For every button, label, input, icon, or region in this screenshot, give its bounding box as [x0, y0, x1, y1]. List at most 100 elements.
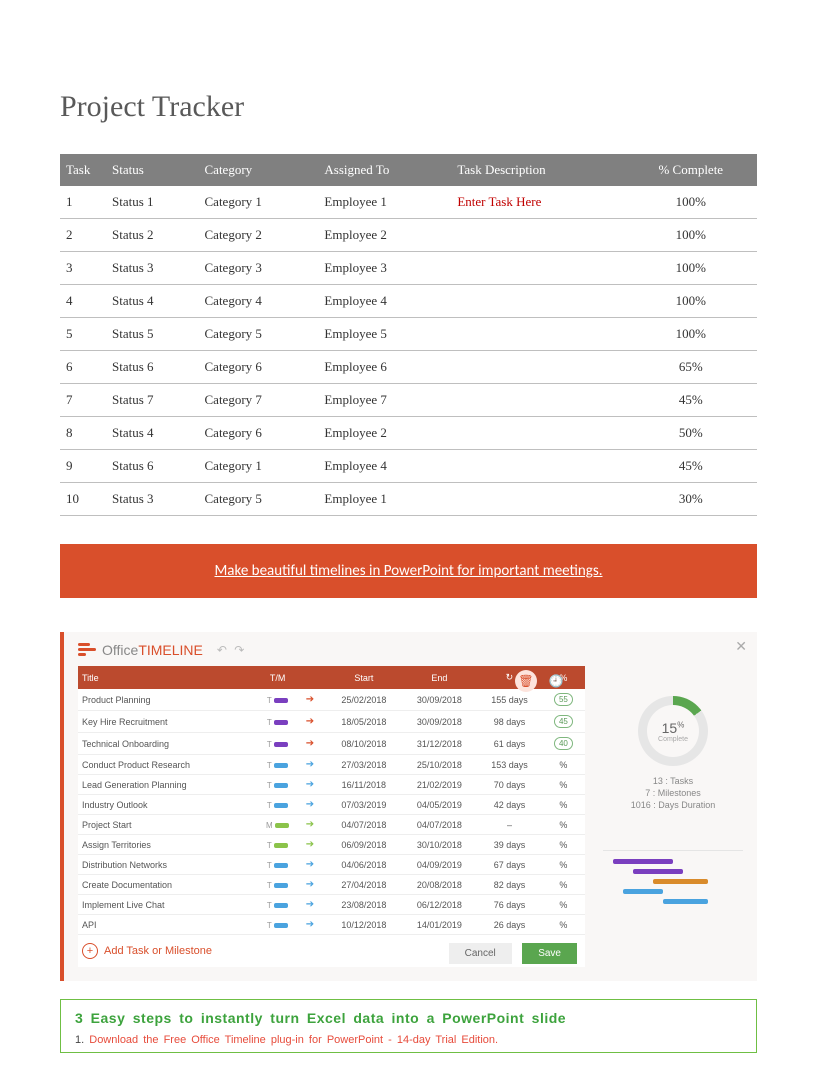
- ot-cell-pct: 55: [542, 689, 585, 711]
- ot-row[interactable]: Technical OnboardingT ➔08/10/201831/12/2…: [78, 733, 585, 755]
- arrow-icon: ➔: [294, 795, 326, 815]
- arrow-icon: ➔: [294, 815, 326, 835]
- ot-cell-pct: %: [542, 755, 585, 775]
- cell-task: 7: [60, 384, 106, 417]
- promo-banner[interactable]: Make beautiful timelines in PowerPoint f…: [60, 544, 757, 598]
- ot-cell-title: Product Planning: [78, 689, 261, 711]
- ot-row[interactable]: Distribution NetworksT ➔04/06/201804/09/…: [78, 855, 585, 875]
- cell-description[interactable]: [451, 450, 624, 483]
- ot-cell-tm: T: [261, 755, 293, 775]
- save-button[interactable]: Save: [522, 943, 577, 964]
- arrow-icon: ➔: [294, 835, 326, 855]
- cell-description[interactable]: Enter Task Here: [451, 186, 624, 219]
- cell-description[interactable]: [451, 483, 624, 516]
- cell-assigned: Employee 4: [318, 285, 451, 318]
- ot-cell-dur: 39 days: [477, 835, 542, 855]
- ot-cell-dur: 67 days: [477, 855, 542, 875]
- ot-cell-title: Industry Outlook: [78, 795, 261, 815]
- cell-description[interactable]: [451, 252, 624, 285]
- ot-cell-tm: T: [261, 795, 293, 815]
- steps-line-1[interactable]: 1. Download the Free Office Timeline plu…: [75, 1034, 742, 1046]
- ot-row[interactable]: Implement Live ChatT ➔23/08/201806/12/20…: [78, 895, 585, 915]
- ot-cell-dur: 82 days: [477, 875, 542, 895]
- th-status: Status: [106, 154, 199, 186]
- close-icon[interactable]: ✕: [735, 638, 747, 655]
- ot-cell-start: 04/06/2018: [326, 855, 402, 875]
- cell-description[interactable]: [451, 219, 624, 252]
- ot-cell-title: Key Hire Recruitment: [78, 711, 261, 733]
- ot-cell-end: 04/07/2018: [402, 815, 478, 835]
- ot-cell-pct: %: [542, 775, 585, 795]
- cell-status: Status 4: [106, 285, 199, 318]
- clock-icon[interactable]: 🕘: [545, 670, 567, 692]
- arrow-icon: ➔: [294, 733, 326, 755]
- cell-status: Status 2: [106, 219, 199, 252]
- cell-complete: 45%: [625, 450, 757, 483]
- ot-cell-start: 25/02/2018: [326, 689, 402, 711]
- ot-th-end: End: [402, 666, 478, 689]
- cell-task: 3: [60, 252, 106, 285]
- cancel-button[interactable]: Cancel: [449, 943, 512, 964]
- cell-complete: 45%: [625, 384, 757, 417]
- ot-row[interactable]: Project StartM ➔04/07/201804/07/2018–%: [78, 815, 585, 835]
- ot-cell-title: API: [78, 915, 261, 935]
- cell-description[interactable]: [451, 417, 624, 450]
- ot-cell-title: Technical Onboarding: [78, 733, 261, 755]
- ot-th-start: Start: [326, 666, 402, 689]
- app-logo-icon: [78, 643, 96, 657]
- table-row: 3Status 3Category 3Employee 3100%: [60, 252, 757, 285]
- cell-description[interactable]: [451, 351, 624, 384]
- th-assigned: Assigned To: [318, 154, 451, 186]
- cell-category: Category 1: [199, 450, 319, 483]
- ot-cell-pct: %: [542, 915, 585, 935]
- ot-cell-end: 04/09/2019: [402, 855, 478, 875]
- ot-row[interactable]: Create DocumentationT ➔27/04/201820/08/2…: [78, 875, 585, 895]
- ot-cell-pct: %: [542, 855, 585, 875]
- ot-cell-start: 10/12/2018: [326, 915, 402, 935]
- cell-status: Status 3: [106, 483, 199, 516]
- ot-cell-tm: T: [261, 775, 293, 795]
- ot-cell-pct: 45: [542, 711, 585, 733]
- trash-icon[interactable]: 🗑: [515, 670, 537, 692]
- ot-row[interactable]: Key Hire RecruitmentT ➔18/05/201830/09/2…: [78, 711, 585, 733]
- table-row: 2Status 2Category 2Employee 2100%: [60, 219, 757, 252]
- cell-description[interactable]: [451, 285, 624, 318]
- cell-status: Status 1: [106, 186, 199, 219]
- cell-category: Category 5: [199, 483, 319, 516]
- ot-cell-end: 06/12/2018: [402, 895, 478, 915]
- ot-cell-start: 27/03/2018: [326, 755, 402, 775]
- page-title: Project Tracker: [60, 90, 757, 124]
- cell-assigned: Employee 6: [318, 351, 451, 384]
- ot-cell-title: Conduct Product Research: [78, 755, 261, 775]
- ot-row[interactable]: Lead Generation PlanningT ➔16/11/201821/…: [78, 775, 585, 795]
- table-row: 4Status 4Category 4Employee 4100%: [60, 285, 757, 318]
- add-task-button[interactable]: + Add Task or Milestone: [78, 935, 216, 967]
- ot-cell-end: 31/12/2018: [402, 733, 478, 755]
- table-row: 1Status 1Category 1Employee 1Enter Task …: [60, 186, 757, 219]
- ot-row[interactable]: APIT ➔10/12/201814/01/201926 days%: [78, 915, 585, 935]
- table-row: 5Status 5Category 5Employee 5100%: [60, 318, 757, 351]
- plus-icon: +: [82, 943, 98, 959]
- ot-row[interactable]: Industry OutlookT ➔07/03/201904/05/20194…: [78, 795, 585, 815]
- th-category: Category: [199, 154, 319, 186]
- undo-redo-icons[interactable]: ↶ ↷: [217, 643, 246, 657]
- ot-cell-title: Implement Live Chat: [78, 895, 261, 915]
- office-timeline-panel: ✕ OfficeTIMELINE ↶ ↷ 🗑 🕘 Title T/M Start: [60, 632, 757, 981]
- ot-cell-start: 04/07/2018: [326, 815, 402, 835]
- ot-row[interactable]: Conduct Product ResearchT ➔27/03/201825/…: [78, 755, 585, 775]
- cell-assigned: Employee 2: [318, 219, 451, 252]
- ot-row[interactable]: Product PlanningT ➔25/02/201830/09/20181…: [78, 689, 585, 711]
- cell-category: Category 6: [199, 351, 319, 384]
- arrow-icon: ➔: [294, 755, 326, 775]
- cell-status: Status 3: [106, 252, 199, 285]
- stat-line: 13 : Tasks: [603, 776, 743, 786]
- th-description: Task Description: [451, 154, 624, 186]
- cell-description[interactable]: [451, 384, 624, 417]
- ot-row[interactable]: Assign TerritoriesT ➔06/09/201830/10/201…: [78, 835, 585, 855]
- cell-assigned: Employee 2: [318, 417, 451, 450]
- table-row: 9Status 6Category 1Employee 445%: [60, 450, 757, 483]
- cell-task: 5: [60, 318, 106, 351]
- ot-cell-pct: %: [542, 895, 585, 915]
- cell-status: Status 6: [106, 450, 199, 483]
- cell-description[interactable]: [451, 318, 624, 351]
